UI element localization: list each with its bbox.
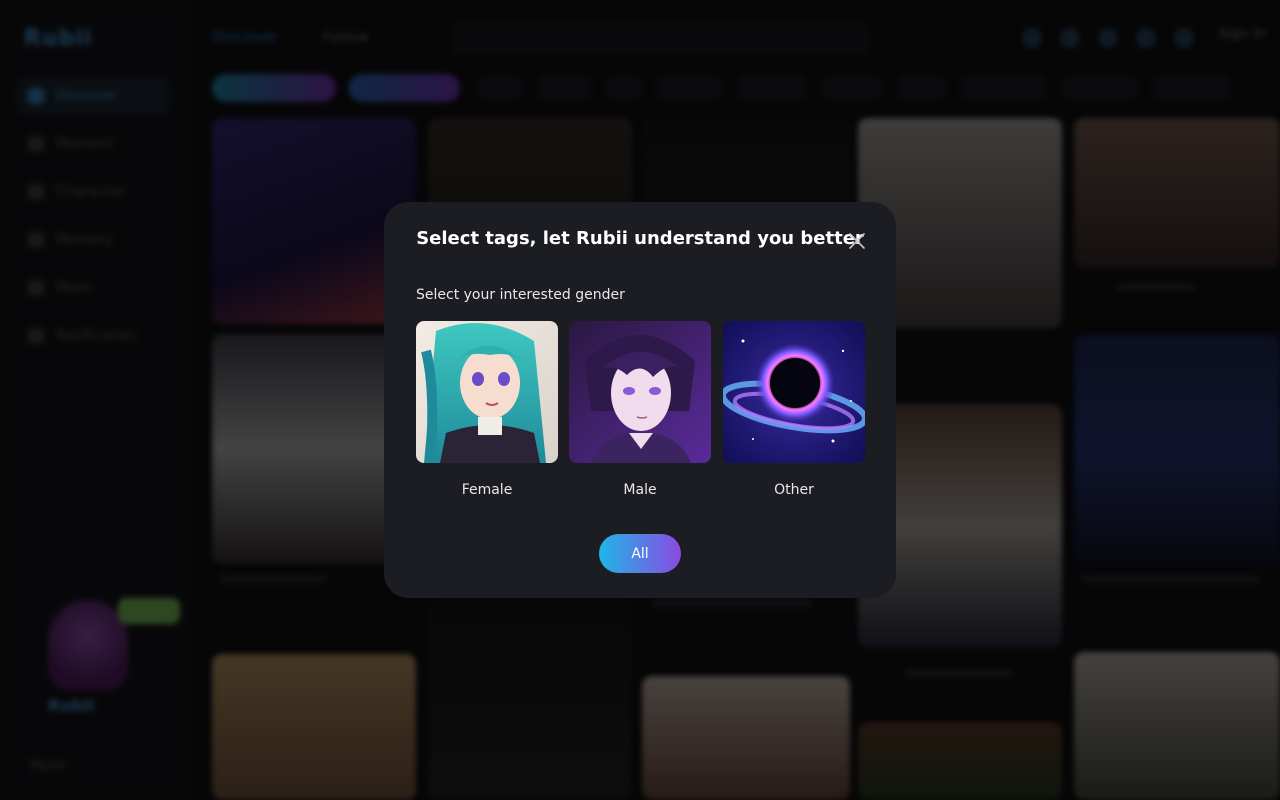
gender-option-female[interactable]: Female <box>416 321 558 498</box>
tag-selection-modal: Select tags, let Rubii understand you be… <box>384 202 896 598</box>
all-button[interactable]: All <box>599 534 681 573</box>
gender-option-other[interactable]: Other <box>723 321 865 498</box>
gender-section-label: Select your interested gender <box>416 287 625 303</box>
gender-label: Other <box>774 482 814 498</box>
modal-title: Select tags, let Rubii understand you be… <box>416 228 864 249</box>
gender-option-male[interactable]: Male <box>569 321 711 498</box>
female-avatar-image <box>416 321 558 463</box>
close-icon <box>849 233 865 249</box>
close-button[interactable] <box>846 230 868 252</box>
galaxy-image <box>723 321 865 463</box>
male-avatar-image <box>569 321 711 463</box>
gender-label: Male <box>623 482 657 498</box>
gender-label: Female <box>461 482 513 498</box>
